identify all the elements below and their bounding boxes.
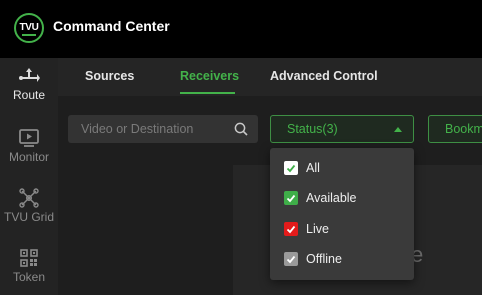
checkbox-all[interactable] bbox=[284, 161, 298, 175]
check-icon bbox=[286, 255, 296, 264]
rail-item-route[interactable]: Route bbox=[0, 68, 58, 102]
rail-item-token[interactable]: Token bbox=[0, 248, 58, 284]
status-option-label: Live bbox=[306, 222, 329, 236]
rail-item-monitor[interactable]: Monitor bbox=[0, 128, 58, 164]
status-option-all[interactable]: All bbox=[284, 161, 344, 177]
search-input[interactable] bbox=[68, 115, 228, 143]
rail-label-monitor: Monitor bbox=[8, 150, 49, 164]
status-option-offline[interactable]: Offline bbox=[284, 252, 374, 268]
route-icon bbox=[19, 68, 40, 82]
rail-label-tvu-grid: TVU Grid bbox=[3, 210, 54, 224]
checkbox-available[interactable] bbox=[284, 191, 298, 205]
status-option-live[interactable]: Live bbox=[284, 222, 354, 238]
status-filter-label: Status(3) bbox=[287, 122, 338, 136]
rail-label-token: Token bbox=[12, 270, 46, 284]
tvu-logo[interactable]: TVU bbox=[14, 13, 44, 43]
rail-label-route: Route bbox=[12, 88, 46, 102]
tab-sources[interactable]: Sources bbox=[85, 69, 134, 83]
status-filter-button[interactable]: Status(3) bbox=[270, 115, 414, 143]
grid-network-icon bbox=[19, 188, 39, 208]
check-icon bbox=[286, 164, 296, 173]
search-icon[interactable] bbox=[233, 121, 249, 137]
active-tab-indicator bbox=[180, 92, 235, 94]
bookmark-button[interactable]: Bookmark bbox=[428, 115, 482, 143]
checkbox-live[interactable] bbox=[284, 222, 298, 236]
bookmark-label: Bookmark bbox=[445, 122, 482, 136]
status-option-available[interactable]: Available bbox=[284, 191, 384, 207]
left-nav-rail: Route Monitor TVU Grid Token bbox=[0, 58, 58, 295]
app-title: Command Center bbox=[53, 18, 170, 34]
qr-code-icon bbox=[20, 249, 38, 267]
checkbox-offline[interactable] bbox=[284, 252, 298, 266]
top-bar: TVU Command Center bbox=[0, 0, 482, 58]
logo-underline bbox=[22, 34, 36, 36]
tab-receivers[interactable]: Receivers bbox=[180, 69, 239, 83]
search-box bbox=[68, 115, 258, 143]
tab-advanced-control[interactable]: Advanced Control bbox=[270, 69, 378, 83]
tab-bar: Sources Receivers Advanced Control bbox=[58, 58, 482, 96]
status-filter-dropdown: All Available Live Offline bbox=[270, 148, 414, 280]
logo-text: TVU bbox=[19, 22, 39, 33]
check-icon bbox=[286, 225, 296, 234]
monitor-icon bbox=[19, 129, 39, 147]
rail-item-tvu-grid[interactable]: TVU Grid bbox=[0, 188, 58, 224]
status-option-label: All bbox=[306, 161, 320, 175]
status-option-label: Offline bbox=[306, 252, 342, 266]
caret-up-icon bbox=[394, 127, 402, 132]
check-icon bbox=[286, 194, 296, 203]
status-option-label: Available bbox=[306, 191, 357, 205]
